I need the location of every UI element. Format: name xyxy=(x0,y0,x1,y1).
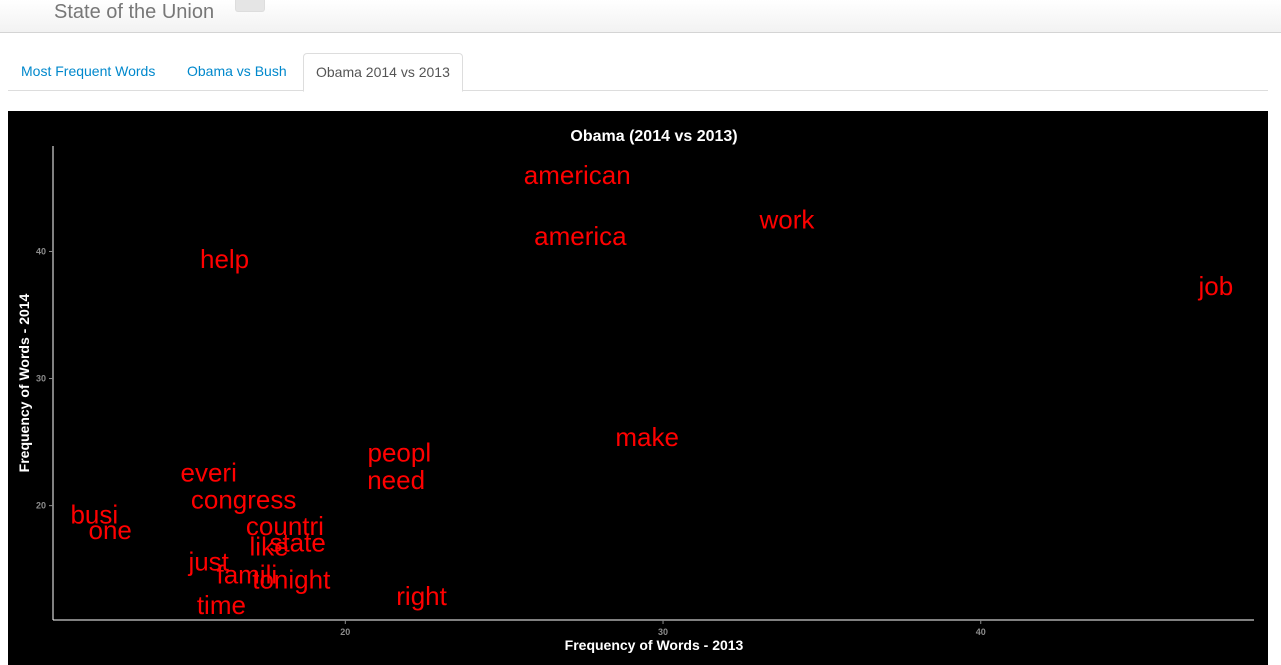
x-tick-label: 20 xyxy=(340,627,350,637)
y-tick-label: 30 xyxy=(36,374,46,384)
x-axis-ticks: 20 30 40 xyxy=(340,620,986,637)
y-tick-label: 40 xyxy=(36,246,46,256)
word-point-right: right xyxy=(396,581,447,611)
x-tick-label: 40 xyxy=(976,627,986,637)
word-plot: Obama (2014 vs 2013) 20 30 40 20 30 40 ameri… xyxy=(8,111,1268,665)
word-point-one: one xyxy=(88,515,131,545)
chart-title: Obama (2014 vs 2013) xyxy=(570,128,737,145)
tab-bar: Most Frequent Words Obama vs Bush Obama … xyxy=(8,53,1268,92)
word-point-help: help xyxy=(200,244,249,274)
word-point-like: like xyxy=(250,531,289,561)
word-point-tonight: tonight xyxy=(252,564,331,594)
word-point-make: make xyxy=(615,422,679,452)
y-tick-label: 20 xyxy=(36,501,46,511)
x-tick-label: 30 xyxy=(658,627,668,637)
chart-svg: Obama (2014 vs 2013) 20 30 40 20 30 40 ameri… xyxy=(16,128,1254,653)
nav-toggle-button[interactable] xyxy=(235,0,265,12)
y-axis-label: Frequency of Words - 2014 xyxy=(16,293,32,472)
word-point-need: need xyxy=(367,465,425,495)
y-axis-ticks: 20 30 40 xyxy=(36,246,53,511)
word-point-work: work xyxy=(758,205,815,235)
word-point-time: time xyxy=(197,590,246,620)
tab-obama-2014-vs-2013[interactable]: Obama 2014 vs 2013 xyxy=(303,53,463,92)
tab-obama-vs-bush[interactable]: Obama vs Bush xyxy=(175,53,299,91)
word-point-peopl: peopl xyxy=(368,437,432,467)
word-labels: american work america help job make peoplneed e… xyxy=(70,160,1233,620)
tab-most-frequent-words[interactable]: Most Frequent Words xyxy=(9,53,167,91)
word-point-congress: congress xyxy=(191,484,297,514)
word-point-american: american xyxy=(524,160,631,190)
navbar: State of the Union xyxy=(0,0,1281,33)
word-point-america: america xyxy=(534,221,627,251)
x-axis-label: Frequency of Words - 2013 xyxy=(565,637,744,653)
word-point-job: job xyxy=(1198,271,1234,301)
word-point-everi: everi xyxy=(181,458,237,488)
app-title[interactable]: State of the Union xyxy=(54,1,214,24)
